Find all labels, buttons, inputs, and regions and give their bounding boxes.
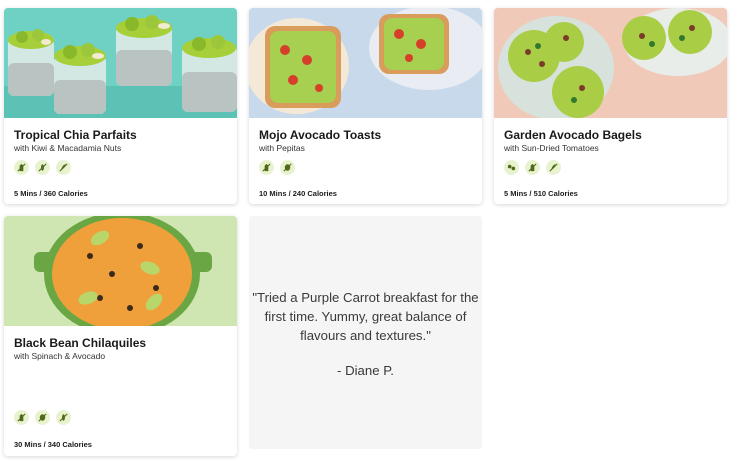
testimonial-card: "Tried a Purple Carrot breakfast for the… bbox=[249, 216, 482, 449]
dietary-badges bbox=[504, 160, 561, 175]
no-gluten-icon bbox=[35, 160, 50, 175]
no-dairy-icon bbox=[14, 410, 29, 425]
no-nuts-icon bbox=[504, 160, 519, 175]
recipe-card-black-bean-chilaquiles[interactable]: Black Bean Chilaquiles with Spinach & Av… bbox=[4, 216, 237, 456]
no-soy-icon bbox=[546, 160, 561, 175]
recipe-image-parfaits[interactable] bbox=[4, 8, 237, 118]
testimonial-quote: "Tried a Purple Carrot breakfast for the… bbox=[252, 289, 479, 343]
no-dairy-icon bbox=[14, 160, 29, 175]
recipe-title[interactable]: Tropical Chia Parfaits bbox=[14, 128, 137, 142]
no-gluten-icon bbox=[56, 410, 71, 425]
recipe-image-toasts[interactable] bbox=[249, 8, 482, 118]
recipe-title[interactable]: Black Bean Chilaquiles bbox=[14, 336, 146, 350]
recipe-title[interactable]: Garden Avocado Bagels bbox=[504, 128, 642, 142]
recipe-title[interactable]: Mojo Avocado Toasts bbox=[259, 128, 381, 142]
recipe-time-calories: 5 Mins / 510 Calories bbox=[504, 189, 578, 198]
testimonial-author: - Diane P. bbox=[337, 362, 394, 378]
dietary-badges bbox=[259, 160, 295, 175]
recipe-subtitle: with Kiwi & Macadamia Nuts bbox=[14, 143, 122, 153]
recipe-subtitle: with Spinach & Avocado bbox=[14, 351, 106, 361]
dietary-badges bbox=[14, 160, 71, 175]
dietary-badges bbox=[14, 410, 71, 425]
recipe-time-calories: 30 Mins / 340 Calories bbox=[14, 440, 92, 449]
no-soy-icon bbox=[56, 160, 71, 175]
recipe-subtitle: with Pepitas bbox=[259, 143, 305, 153]
no-dairy-icon bbox=[259, 160, 274, 175]
no-dairy-icon bbox=[525, 160, 540, 175]
recipe-time-calories: 5 Mins / 360 Calories bbox=[14, 189, 88, 198]
no-nuts-icon bbox=[280, 160, 295, 175]
recipe-card-mojo-avocado-toasts[interactable]: Mojo Avocado Toasts with Pepitas 10 Mins… bbox=[249, 8, 482, 204]
recipe-card-garden-avocado-bagels[interactable]: Garden Avocado Bagels with Sun-Dried Tom… bbox=[494, 8, 727, 204]
recipe-time-calories: 10 Mins / 240 Calories bbox=[259, 189, 337, 198]
recipe-card-tropical-chia-parfaits[interactable]: Tropical Chia Parfaits with Kiwi & Macad… bbox=[4, 8, 237, 204]
recipe-subtitle: with Sun-Dried Tomatoes bbox=[504, 143, 599, 153]
recipe-image-bagels[interactable] bbox=[494, 8, 727, 118]
no-nuts-icon bbox=[35, 410, 50, 425]
recipe-image-chilaquiles[interactable] bbox=[4, 216, 237, 326]
